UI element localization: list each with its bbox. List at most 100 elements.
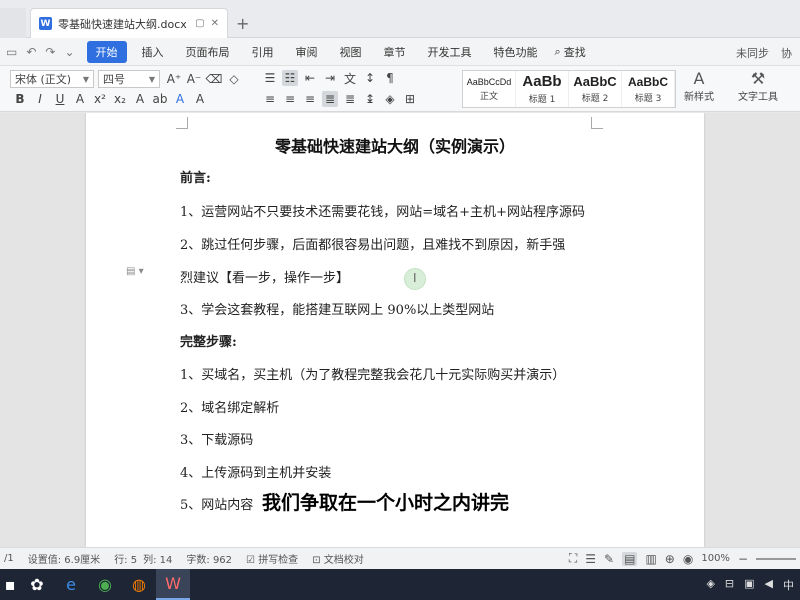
- menu-developer[interactable]: 开发工具: [417, 44, 483, 60]
- menu-bar: ▭ ↶ ↷ ⌄ 开始 插入 页面布局 引用 审阅 视图 章节 开发工具 特色功能…: [0, 38, 800, 66]
- justify-icon[interactable]: ≣: [322, 91, 338, 107]
- save-icon[interactable]: ▭: [6, 45, 17, 59]
- menu-right: 未同步 协: [736, 45, 792, 61]
- font-name-select[interactable]: 宋体 (正文) ▼: [10, 70, 94, 88]
- bold-icon[interactable]: B: [12, 91, 28, 107]
- menu-features[interactable]: 特色功能: [483, 44, 549, 60]
- italic-icon[interactable]: I: [32, 91, 48, 107]
- shading-icon[interactable]: ◈: [382, 91, 398, 107]
- app-icon[interactable]: ✿: [20, 569, 54, 600]
- paragraph-handle-icon[interactable]: ▤ ▾: [126, 266, 144, 277]
- char-shading-icon[interactable]: A: [192, 91, 208, 107]
- web-view-icon[interactable]: ⊕: [665, 552, 675, 566]
- text-highlight-icon[interactable]: ab: [152, 91, 168, 107]
- sort-icon[interactable]: ↕: [362, 70, 378, 86]
- menu-page-layout[interactable]: 页面布局: [175, 44, 241, 60]
- doc-check-button[interactable]: ⊡ 文档校对: [312, 551, 364, 566]
- chinese-layout-icon[interactable]: 文: [342, 70, 358, 86]
- chevron-down-icon[interactable]: ⌄: [64, 45, 74, 59]
- superscript-icon[interactable]: x²: [92, 91, 108, 107]
- borders-icon[interactable]: ⊞: [402, 91, 418, 107]
- style-name: 正文: [479, 91, 498, 102]
- volume-icon[interactable]: ◀: [765, 577, 773, 593]
- new-tab-button[interactable]: +: [236, 14, 249, 33]
- read-view-icon[interactable]: ▥: [645, 552, 656, 566]
- bullets-icon[interactable]: ☰: [262, 70, 278, 86]
- menu-references[interactable]: 引用: [241, 44, 285, 60]
- clear-format-icon[interactable]: ⌫: [206, 71, 223, 87]
- new-style-icon: A: [693, 69, 705, 88]
- eye-icon[interactable]: ◉: [683, 552, 693, 566]
- home-tab[interactable]: [0, 8, 26, 38]
- wps-taskbar-icon[interactable]: W: [156, 569, 190, 600]
- collaborate-button[interactable]: 协: [781, 45, 792, 61]
- strikethrough-icon[interactable]: A: [72, 91, 88, 107]
- sync-status[interactable]: 未同步: [736, 45, 769, 61]
- title-bar: W 零基础快速建站大纲.docx ▢ ✕ +: [0, 0, 800, 38]
- margin-corner-right: [591, 117, 603, 129]
- align-center-icon[interactable]: ≡: [282, 91, 298, 107]
- grow-font-icon[interactable]: A⁺: [166, 71, 182, 87]
- page-indicator[interactable]: /1: [4, 553, 14, 564]
- spell-check-button[interactable]: ☑ 拼写检查: [246, 551, 298, 566]
- system-tray: ◈ ⊟ ▣ ◀ 中: [706, 577, 794, 593]
- setting-value[interactable]: 设置值: 6.9厘米: [28, 551, 100, 566]
- quick-access-toolbar: ▭ ↶ ↷ ⌄: [0, 45, 75, 59]
- document-page[interactable]: 零基础快速建站大纲（实例演示） 前言: 1、运营网站不只要技术还需要花钱，网站=…: [86, 113, 704, 547]
- text-effect-icon[interactable]: A: [132, 91, 148, 107]
- document-tab[interactable]: W 零基础快速建站大纲.docx ▢ ✕: [30, 8, 228, 38]
- show-marks-icon[interactable]: ¶: [382, 70, 398, 86]
- paragraph: 完整步骤:: [180, 335, 237, 350]
- numbering-icon[interactable]: ☷: [282, 70, 298, 86]
- align-left-icon[interactable]: ≡: [262, 91, 278, 107]
- zoom-level[interactable]: 100%: [701, 553, 730, 564]
- style-heading-2[interactable]: AaBbC 标题 2: [569, 71, 622, 107]
- browser-icon[interactable]: ◉: [88, 569, 122, 600]
- style-normal[interactable]: AaBbCcDd 正文: [463, 71, 516, 107]
- zoom-out-icon[interactable]: −: [738, 552, 748, 566]
- text-tool-button[interactable]: ⚒ 文字工具: [738, 70, 778, 104]
- undo-icon[interactable]: ↶: [26, 45, 36, 59]
- font-color-icon[interactable]: A: [172, 91, 188, 107]
- paragraph: 3、下载源码: [180, 433, 254, 448]
- style-heading-3[interactable]: AaBbC 标题 3: [622, 71, 675, 107]
- tray-app-icon[interactable]: ◈: [706, 577, 714, 593]
- outline-view-icon[interactable]: ☰: [585, 552, 596, 566]
- subscript-icon[interactable]: x₂: [112, 91, 128, 107]
- window-icon[interactable]: ▢: [195, 18, 204, 29]
- new-style-label: 新样式: [684, 92, 714, 103]
- edit-icon[interactable]: ✎: [604, 552, 614, 566]
- notification-icon[interactable]: ⊟: [725, 577, 734, 593]
- line-spacing-icon[interactable]: ↨: [362, 91, 378, 107]
- input-method[interactable]: 中: [783, 577, 794, 593]
- page-view-icon[interactable]: ▤: [622, 551, 638, 566]
- paragraph: 4、上传源码到主机并安装: [180, 466, 332, 481]
- network-icon[interactable]: ▣: [744, 577, 754, 593]
- firefox-icon[interactable]: ◍: [122, 569, 156, 600]
- shrink-font-icon[interactable]: A⁻: [186, 71, 202, 87]
- search-button[interactable]: ⌕ 查找: [555, 44, 586, 60]
- close-tab-icon[interactable]: ✕: [211, 18, 219, 29]
- align-right-icon[interactable]: ≡: [302, 91, 318, 107]
- menu-home[interactable]: 开始: [86, 40, 127, 63]
- distributed-icon[interactable]: ≣: [342, 91, 358, 107]
- style-heading-1[interactable]: AaBb 标题 1: [516, 71, 569, 107]
- font-size-select[interactable]: 四号 ▼: [98, 70, 160, 88]
- menu-review[interactable]: 审阅: [285, 44, 329, 60]
- edge-icon[interactable]: e: [54, 569, 88, 600]
- new-style-button[interactable]: A 新样式: [684, 69, 714, 104]
- menu-view[interactable]: 视图: [329, 44, 373, 60]
- highlight-icon[interactable]: ◇: [226, 71, 242, 87]
- fullscreen-icon[interactable]: ⛶: [569, 551, 577, 566]
- underline-icon[interactable]: U: [52, 91, 68, 107]
- start-icon[interactable]: ▪: [0, 569, 20, 600]
- redo-icon[interactable]: ↷: [45, 45, 55, 59]
- paragraph: 1、买域名，买主机（为了教程完整我会花几十元实际购买并演示）: [180, 368, 566, 383]
- list-controls: ☰ ☷ ⇤ ⇥ 文 ↕ ¶: [262, 70, 402, 86]
- word-count[interactable]: 字数: 962: [186, 551, 232, 566]
- menu-insert[interactable]: 插入: [131, 44, 175, 60]
- menu-section[interactable]: 章节: [373, 44, 417, 60]
- increase-indent-icon[interactable]: ⇥: [322, 70, 338, 86]
- decrease-indent-icon[interactable]: ⇤: [302, 70, 318, 86]
- zoom-slider[interactable]: [756, 557, 796, 560]
